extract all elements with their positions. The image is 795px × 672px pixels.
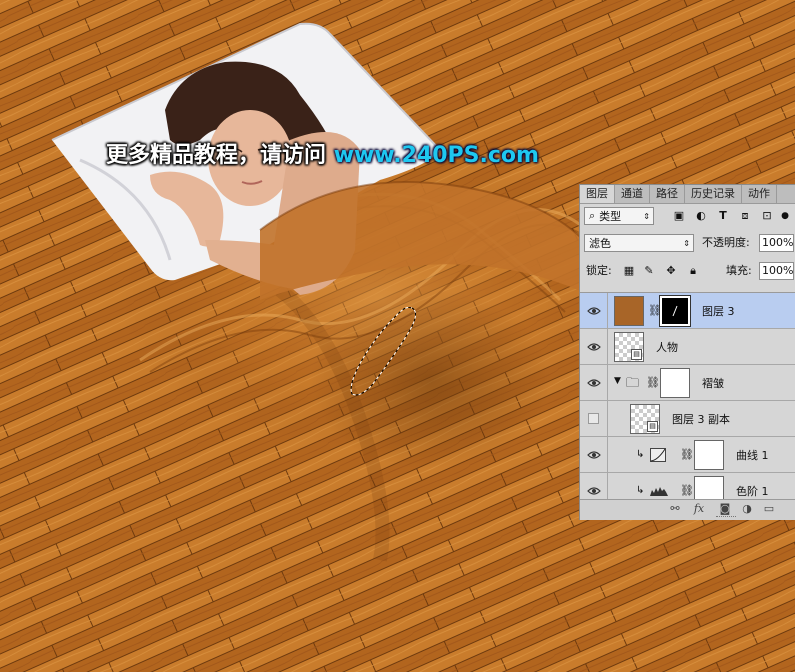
layer-row[interactable]: ↳ ⛓ 曲线 1 bbox=[580, 437, 795, 473]
layer-row[interactable]: ▤ 人物 bbox=[580, 329, 795, 365]
folder-icon[interactable]: ▭ bbox=[762, 502, 776, 515]
link-chain-icon[interactable]: ⛓ bbox=[646, 376, 660, 389]
panel-tabs: 图层 通道 路径 历史记录 动作 bbox=[580, 185, 795, 204]
image-filter-icon[interactable]: ▣ bbox=[672, 207, 686, 225]
layer-filter-select[interactable]: ⌕ 类型 ⇕ bbox=[584, 207, 654, 225]
eye-icon bbox=[587, 343, 601, 351]
opacity-input[interactable]: 100% bbox=[759, 234, 794, 252]
adjustment-icon[interactable]: ◑ bbox=[740, 502, 754, 515]
filter-toggle-icon[interactable]: ● bbox=[778, 207, 792, 225]
eye-icon bbox=[587, 307, 601, 315]
layers-list: ⛓ 图层 3 ▤ 人物 ▼ 🗀︎ ⛓ 褶皱 ▤ 图层 3 副本 ↳ ⛓ 曲线 1… bbox=[580, 292, 795, 501]
tab-layers[interactable]: 图层 bbox=[580, 185, 615, 203]
layer-mask-thumbnail[interactable] bbox=[694, 476, 724, 501]
layer-name: 人物 bbox=[656, 341, 678, 354]
lock-all-icon[interactable]: 🔒︎ bbox=[686, 262, 700, 280]
link-chain-icon[interactable]: ⛓ bbox=[680, 484, 694, 497]
resize-grip[interactable] bbox=[716, 516, 736, 520]
layer-row[interactable]: ▤ 图层 3 副本 bbox=[580, 401, 795, 437]
type-filter-icon[interactable]: T bbox=[716, 207, 730, 225]
layer-row[interactable]: ↳ ⛓ 色阶 1 bbox=[580, 473, 795, 501]
layer-name: 图层 3 副本 bbox=[672, 413, 730, 426]
smart-object-filter-icon[interactable]: ⊡ bbox=[760, 207, 774, 225]
photoshop-canvas[interactable]: 更多精品教程，请访问 www.240PS.com 图层 通道 路径 历史记录 动… bbox=[0, 0, 795, 672]
watermark-url: www.240PS.com bbox=[333, 143, 539, 168]
blend-mode-value: 滤色 bbox=[589, 237, 611, 250]
updown-icon: ⇕ bbox=[683, 238, 690, 248]
lock-pixels-icon[interactable]: ✎ bbox=[642, 262, 656, 280]
mask-icon[interactable]: ◙ bbox=[718, 502, 732, 515]
eye-icon bbox=[587, 379, 601, 387]
search-icon: ⌕ bbox=[589, 209, 596, 222]
shape-filter-icon[interactable]: ⧈ bbox=[738, 207, 752, 225]
layer-name: 色阶 1 bbox=[736, 485, 769, 498]
link-chain-icon[interactable]: ⛓ bbox=[648, 304, 662, 317]
visibility-toggle[interactable] bbox=[580, 293, 608, 329]
fx-icon[interactable]: fx bbox=[692, 502, 706, 515]
fill-input[interactable]: 100% bbox=[759, 262, 794, 280]
layer-name: 曲线 1 bbox=[736, 449, 769, 462]
clip-arrow-icon: ↳ bbox=[636, 485, 645, 496]
layer-mask-thumbnail[interactable] bbox=[694, 440, 724, 470]
watermark-text: 更多精品教程，请访问 www.240PS.com bbox=[106, 137, 539, 169]
fill-label: 填充: bbox=[726, 264, 752, 277]
filter-type-label: 类型 bbox=[599, 210, 622, 223]
layer-name: 褶皱 bbox=[702, 377, 724, 390]
tab-history[interactable]: 历史记录 bbox=[685, 185, 742, 203]
blend-mode-select[interactable]: 滤色 ⇕ bbox=[584, 234, 694, 252]
levels-icon bbox=[650, 487, 668, 496]
lock-transparent-icon[interactable]: ▦ bbox=[622, 262, 636, 280]
watermark-prefix: 更多精品教程，请访问 bbox=[106, 143, 327, 168]
eye-icon bbox=[587, 451, 601, 459]
folder-icon: 🗀︎ bbox=[626, 376, 640, 391]
adjustment-filter-icon[interactable]: ◐ bbox=[694, 207, 708, 225]
opacity-label: 不透明度: bbox=[702, 236, 750, 249]
layer-thumbnail[interactable] bbox=[614, 296, 644, 326]
layer-row[interactable]: ⛓ 图层 3 bbox=[580, 293, 795, 329]
visibility-toggle[interactable] bbox=[580, 329, 608, 365]
layer-name: 图层 3 bbox=[702, 305, 735, 318]
visibility-toggle[interactable] bbox=[580, 473, 608, 501]
visibility-toggle[interactable] bbox=[580, 365, 608, 401]
visibility-toggle[interactable] bbox=[580, 437, 608, 473]
link-chain-icon[interactable]: ⛓ bbox=[680, 448, 694, 461]
layer-mask-thumbnail[interactable] bbox=[660, 368, 690, 398]
visibility-toggle[interactable] bbox=[580, 401, 608, 437]
layer-mask-thumbnail[interactable] bbox=[659, 295, 691, 327]
link-icon[interactable]: ⚯ bbox=[668, 502, 682, 515]
layer-thumbnail[interactable]: ▤ bbox=[630, 404, 660, 434]
chevron-down-icon[interactable]: ▼ bbox=[614, 376, 621, 386]
panel-footer: ⚯ fx ◙ ◑ ▭ bbox=[580, 499, 795, 520]
smart-object-badge-icon: ▤ bbox=[631, 349, 642, 360]
tab-actions[interactable]: 动作 bbox=[742, 185, 777, 203]
curves-icon bbox=[650, 448, 666, 462]
layer-thumbnail[interactable]: ▤ bbox=[614, 332, 644, 362]
lock-label: 锁定: bbox=[586, 264, 612, 277]
smart-object-badge-icon: ▤ bbox=[647, 421, 658, 432]
updown-icon: ⇕ bbox=[643, 211, 650, 221]
layer-row[interactable]: ▼ 🗀︎ ⛓ 褶皱 bbox=[580, 365, 795, 401]
tab-channels[interactable]: 通道 bbox=[615, 185, 650, 203]
layers-panel: 图层 通道 路径 历史记录 动作 ⌕ 类型 ⇕ ▣ ◐ T ⧈ ⊡ ● 滤色 ⇕… bbox=[579, 184, 795, 520]
clip-arrow-icon: ↳ bbox=[636, 449, 645, 460]
lock-position-icon[interactable]: ✥ bbox=[664, 262, 678, 280]
eye-icon bbox=[587, 487, 601, 495]
mask-stroke-icon bbox=[672, 305, 678, 317]
tab-paths[interactable]: 路径 bbox=[650, 185, 685, 203]
hidden-eye-box bbox=[588, 413, 599, 424]
